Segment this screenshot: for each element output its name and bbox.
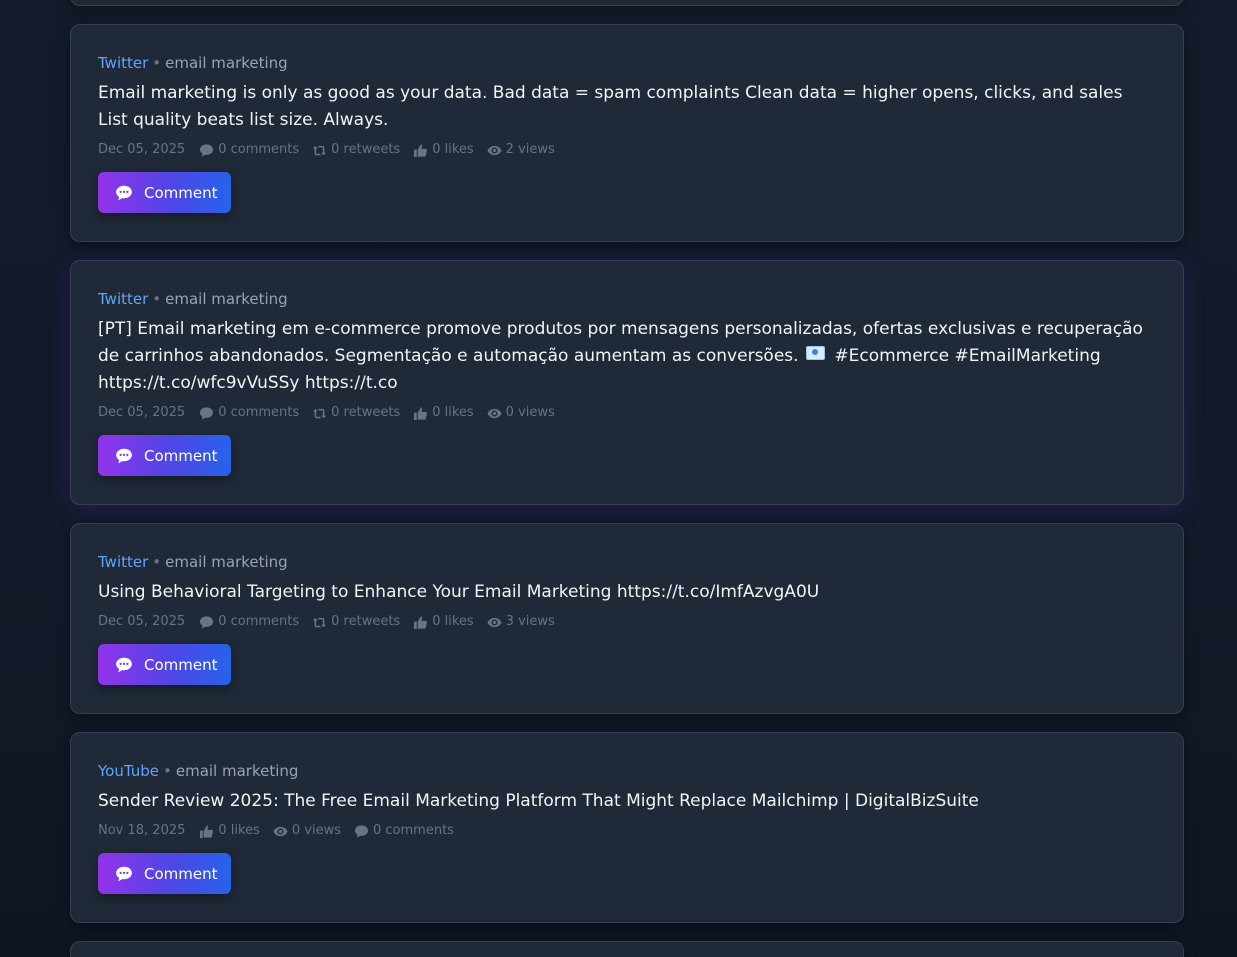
- topic-label: email marketing: [165, 54, 288, 72]
- comment-button-label: Comment: [144, 446, 218, 465]
- topic-label: email marketing: [165, 290, 288, 308]
- comment-button[interactable]: Comment: [98, 853, 231, 894]
- views-count: 3 views: [505, 614, 555, 629]
- separator-dot: •: [152, 54, 162, 72]
- post-stats: Dec 05, 2025 0 comments 0 retweets 0 lik…: [98, 140, 1156, 160]
- views-count: 2 views: [505, 142, 555, 157]
- comments-count: 0 comments: [218, 614, 300, 629]
- likes-stat: 0 likes: [413, 612, 474, 632]
- likes-stat: 0 likes: [199, 821, 260, 841]
- likes-count: 0 likes: [432, 405, 474, 420]
- retweets-count: 0 retweets: [331, 614, 401, 629]
- comment-bubble-icon: [200, 143, 214, 157]
- comments-stat: 0 comments: [199, 612, 299, 632]
- separator-dot: •: [163, 762, 172, 780]
- post-card-partial-top: [70, 0, 1184, 6]
- post-source: Twitter • email marketing: [98, 52, 1156, 74]
- post-card: Twitter • email marketing Email marketing …: [70, 24, 1184, 242]
- post-date: Dec 05, 2025: [98, 614, 186, 629]
- comments-count: 0 comments: [218, 405, 300, 420]
- topic-label: email marketing: [165, 553, 288, 571]
- post-card-partial-bottom: [70, 941, 1184, 957]
- post-text: Sender Review 2025: The Free Email Marke…: [98, 791, 979, 811]
- retweet-icon: [313, 145, 327, 155]
- eye-icon: [487, 408, 502, 418]
- views-count: 0 views: [505, 405, 555, 420]
- topic-label: email marketing: [175, 762, 299, 780]
- retweets-stat: 0 retweets: [312, 612, 400, 632]
- chat-bubble-icon: [116, 448, 132, 463]
- comment-button[interactable]: Comment: [98, 172, 231, 213]
- post-date: Dec 05, 2025: [98, 142, 186, 157]
- likes-stat: 0 likes: [413, 403, 474, 423]
- comment-button[interactable]: Comment: [98, 435, 231, 476]
- separator-dot: •: [152, 290, 162, 308]
- comment-button-label: Comment: [144, 183, 218, 202]
- thumbs-up-icon: [414, 406, 428, 420]
- retweet-icon: [313, 617, 327, 627]
- eye-icon: [487, 145, 502, 155]
- separator-dot: •: [152, 553, 162, 571]
- post-text: Email marketing is only as good as your …: [98, 83, 1123, 130]
- comment-bubble-icon: [200, 406, 214, 420]
- retweet-icon: [313, 408, 327, 418]
- views-stat: 0 views: [273, 821, 341, 841]
- platform-link[interactable]: Twitter: [98, 553, 148, 571]
- views-stat: 0 views: [487, 403, 555, 423]
- comment-button-label: Comment: [144, 655, 218, 674]
- post-source: Twitter • email marketing: [98, 288, 1156, 310]
- thumbs-up-icon: [414, 143, 428, 157]
- globe-emoji-icon: [805, 346, 825, 360]
- platform-link[interactable]: Twitter: [98, 290, 148, 308]
- post-card: Twitter • email marketing Using Behavioral…: [70, 523, 1184, 714]
- post-date: Nov 18, 2025: [98, 823, 186, 838]
- thumbs-up-icon: [414, 615, 428, 629]
- views-stat: 2 views: [487, 140, 555, 160]
- post-text: [PT] Email marketing em e-commerce promo…: [98, 316, 1156, 397]
- eye-icon: [487, 617, 502, 627]
- comments-stat: 0 comments: [199, 403, 299, 423]
- thumbs-up-icon: [200, 824, 214, 838]
- platform-link[interactable]: YouTube: [98, 762, 159, 780]
- post-stats: Nov 18, 2025 0 likes 0 views 0 comments: [98, 821, 1156, 841]
- comment-button-label: Comment: [144, 864, 218, 883]
- post-stats: Dec 05, 2025 0 comments 0 retweets 0 lik…: [98, 612, 1156, 632]
- retweets-count: 0 retweets: [331, 142, 401, 157]
- post-stats: Dec 05, 2025 0 comments 0 retweets 0 lik…: [98, 403, 1156, 423]
- platform-link[interactable]: Twitter: [98, 54, 148, 72]
- comment-bubble-icon: [354, 824, 369, 838]
- comment-button[interactable]: Comment: [98, 644, 231, 685]
- comments-count: 0 comments: [373, 823, 454, 838]
- post-date: Dec 05, 2025: [98, 405, 186, 420]
- post-card: YouTube • email marketing Sender Review 20…: [70, 732, 1184, 923]
- comment-bubble-icon: [200, 615, 214, 629]
- retweets-stat: 0 retweets: [312, 140, 400, 160]
- chat-bubble-icon: [116, 657, 132, 672]
- retweets-count: 0 retweets: [331, 405, 401, 420]
- likes-count: 0 likes: [432, 142, 474, 157]
- post-text: Using Behavioral Targeting to Enhance Yo…: [98, 582, 820, 602]
- comments-stat: 0 comments: [354, 821, 454, 841]
- likes-count: 0 likes: [432, 614, 474, 629]
- comments-stat: 0 comments: [199, 140, 299, 160]
- comments-count: 0 comments: [218, 142, 300, 157]
- eye-icon: [273, 826, 288, 836]
- retweets-stat: 0 retweets: [312, 403, 400, 423]
- chat-bubble-icon: [116, 185, 132, 200]
- views-count: 0 views: [291, 823, 341, 838]
- likes-stat: 0 likes: [413, 140, 474, 160]
- likes-count: 0 likes: [218, 823, 260, 838]
- post-source: Twitter • email marketing: [98, 551, 1156, 573]
- post-card: Twitter • email marketing [PT] Email marke…: [70, 260, 1184, 505]
- views-stat: 3 views: [487, 612, 555, 632]
- post-source: YouTube • email marketing: [98, 760, 1156, 782]
- chat-bubble-icon: [116, 866, 132, 881]
